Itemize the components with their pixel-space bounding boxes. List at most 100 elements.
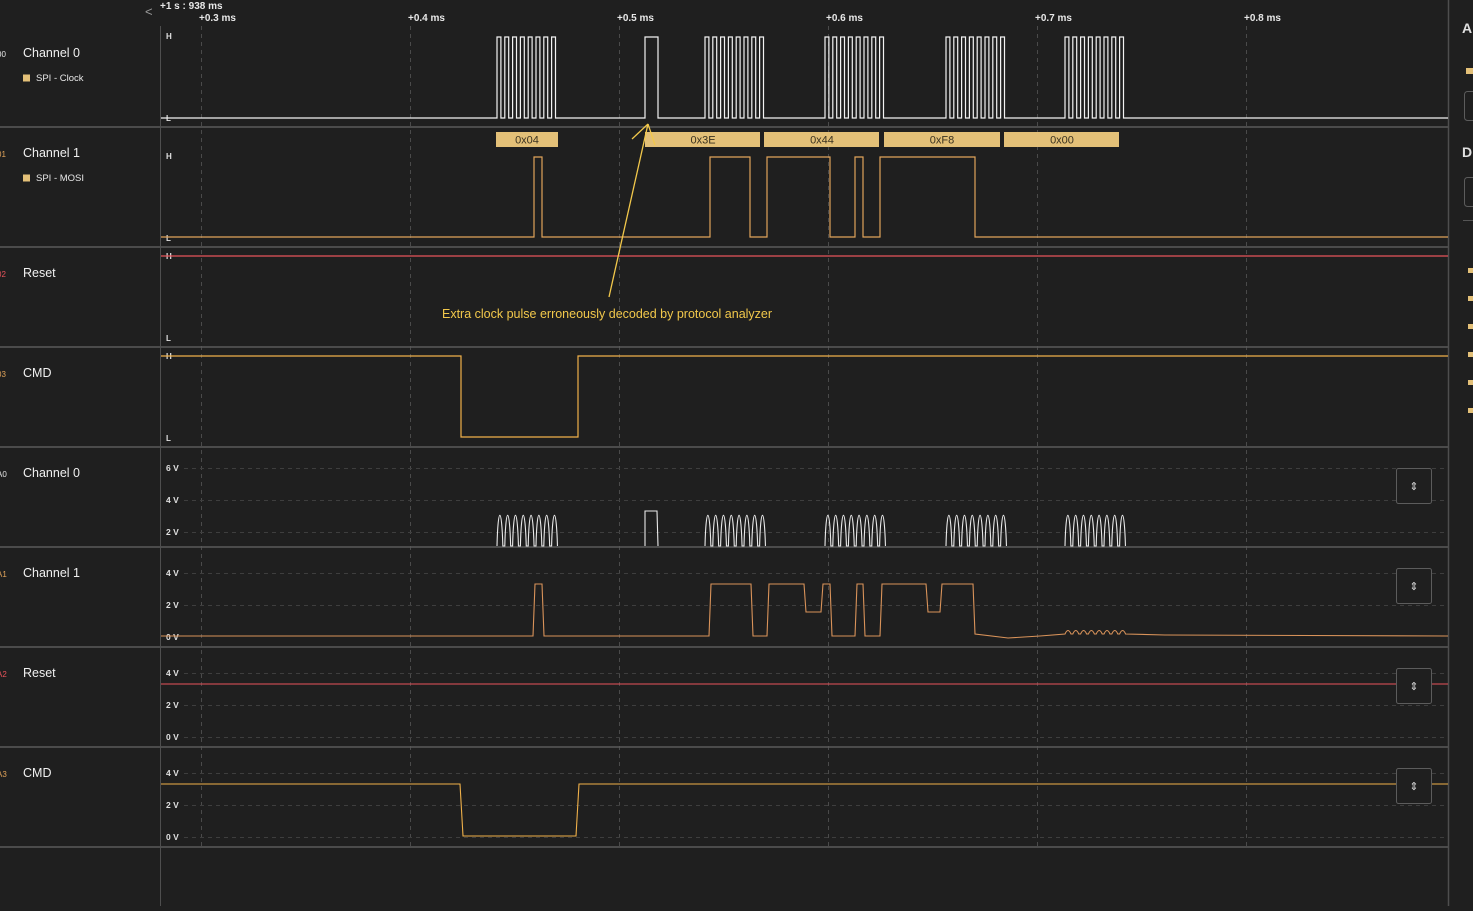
low-level-label: L	[166, 334, 171, 343]
time-tick-label: +0.6 ms	[826, 13, 863, 24]
packet-value: 0x04	[515, 135, 539, 147]
sidebar-list-marker	[1468, 408, 1473, 413]
annotation-arrow-line	[609, 124, 648, 297]
sidebar-heading: A	[1462, 20, 1472, 36]
channel-id: A2	[0, 670, 7, 679]
voltage-tick: 2 V	[166, 600, 179, 610]
high-level-label: H	[166, 32, 172, 41]
channel-row-label[interactable]: 00 Channel 0 SPI - Clock	[0, 46, 84, 84]
analyzer-color-swatch	[23, 175, 30, 182]
logic-analyzer-window: < +1 s : 938 ms +0.3 ms +0.4 ms +0.5 ms …	[0, 0, 1473, 906]
high-level-label: H	[166, 152, 172, 161]
time-tick-label: +0.7 ms	[1035, 13, 1072, 24]
clock-digital-trace	[161, 37, 1448, 118]
voltage-tick: 6 V	[166, 463, 179, 473]
channel-row-label[interactable]: A1 Channel 1	[0, 566, 80, 580]
time-tick-label: +0.5 ms	[617, 13, 654, 24]
digital-waveforms	[161, 37, 1448, 437]
voltage-tick: 2 V	[166, 700, 179, 710]
analyzer-color-swatch	[23, 75, 30, 82]
sidebar-list-marker	[1468, 268, 1473, 273]
cmd-digital-trace	[161, 356, 1448, 437]
waveform-view[interactable]: < +1 s : 938 ms +0.3 ms +0.4 ms +0.5 ms …	[0, 0, 1473, 906]
spi-packet[interactable]: 0xF8	[884, 132, 1000, 147]
channel-row-label[interactable]: 02 Reset	[0, 266, 56, 280]
fit-range-icon: ⇕	[1409, 781, 1418, 793]
channel-title: Reset	[23, 266, 56, 280]
time-tick-label: +0.3 ms	[199, 13, 236, 24]
packet-value: 0x3E	[690, 135, 715, 147]
channel-title: CMD	[23, 366, 51, 380]
channel-row-label[interactable]: 03 CMD	[0, 366, 51, 380]
fit-range-icon: ⇕	[1409, 481, 1418, 493]
voltage-grid	[184, 469, 1448, 838]
time-tick-label: +0.4 ms	[408, 13, 445, 24]
voltage-tick: 4 V	[166, 768, 179, 778]
sidebar-heading: D	[1462, 144, 1472, 160]
fit-range-button[interactable]: ⇕	[1397, 569, 1432, 604]
channel-analyzer-name: SPI - Clock	[36, 73, 84, 84]
time-grid	[202, 26, 1247, 848]
annotation-text: Extra clock pulse erroneously decoded by…	[442, 307, 772, 321]
decoded-packets: 0x04 0x3E 0x44 0xF8 0x00	[496, 132, 1119, 147]
channel-id: 02	[0, 270, 6, 279]
channel-title: Channel 0	[23, 466, 80, 480]
time-tick-label: +0.8 ms	[1244, 13, 1281, 24]
channel-title: CMD	[23, 766, 51, 780]
fit-range-button[interactable]: ⇕	[1397, 669, 1432, 704]
voltage-tick: 0 V	[166, 832, 179, 842]
voltage-tick: 0 V	[166, 732, 179, 742]
channel-title: Channel 1	[23, 566, 80, 580]
channel-row-label[interactable]: 01 Channel 1 SPI - MOSI	[0, 146, 84, 184]
channel-row-label[interactable]: A2 Reset	[0, 666, 56, 680]
spi-packet[interactable]: 0x04	[496, 132, 558, 147]
sidebar-list-marker	[1468, 324, 1473, 329]
channel-id: 01	[0, 150, 6, 159]
channel-id: 00	[0, 50, 6, 59]
channel-analyzer-name: SPI - MOSI	[36, 173, 84, 184]
channel-id: A3	[0, 770, 7, 779]
low-level-label: L	[166, 434, 171, 443]
row-separators	[0, 127, 1448, 847]
voltage-tick: 4 V	[166, 668, 179, 678]
fit-range-button[interactable]: ⇕	[1397, 769, 1432, 804]
spi-packet[interactable]: 0x44	[764, 132, 879, 147]
timeline-header[interactable]: < +1 s : 938 ms +0.3 ms +0.4 ms +0.5 ms …	[145, 1, 1281, 24]
clock-analog-trace	[497, 511, 1125, 546]
packet-value: 0x44	[810, 135, 834, 147]
voltage-tick: 2 V	[166, 800, 179, 810]
sidebar-input[interactable]	[1465, 178, 1473, 207]
channel-row-label[interactable]: A0 Channel 0	[0, 466, 80, 480]
low-level-label: L	[166, 234, 171, 243]
voltage-tick: 2 V	[166, 527, 179, 537]
annotation: Extra clock pulse erroneously decoded by…	[442, 124, 772, 321]
sidebar-swatch	[1466, 68, 1473, 74]
voltage-tick: 4 V	[166, 495, 179, 505]
sidebar-input[interactable]	[1465, 92, 1473, 121]
channel-labels: 00 Channel 0 SPI - Clock 01 Channel 1 SP…	[0, 46, 84, 780]
mosi-analog-trace	[161, 584, 1448, 638]
spi-packet[interactable]: 0x00	[1004, 132, 1119, 147]
channel-id: 03	[0, 370, 6, 379]
sidebar-list-marker	[1468, 352, 1473, 357]
timeline-origin: +1 s : 938 ms	[160, 1, 223, 12]
fit-range-icon: ⇕	[1409, 681, 1418, 693]
channel-row-label[interactable]: A3 CMD	[0, 766, 51, 780]
packet-value: 0xF8	[930, 135, 954, 147]
right-sidebar: A D	[1462, 20, 1473, 413]
channel-title: Channel 1	[23, 146, 80, 160]
voltage-tick: 0 V	[166, 632, 179, 642]
channel-id: A0	[0, 470, 7, 479]
channel-id: A1	[0, 570, 7, 579]
collapse-panel-icon[interactable]: <	[145, 4, 153, 19]
sidebar-list-marker	[1468, 380, 1473, 385]
voltage-tick: 4 V	[166, 568, 179, 578]
spi-packet[interactable]: 0x3E	[645, 132, 760, 147]
fit-range-button[interactable]: ⇕	[1397, 469, 1432, 504]
sidebar-list-marker	[1468, 296, 1473, 301]
fit-range-icon: ⇕	[1409, 581, 1418, 593]
cmd-analog-trace	[161, 784, 1448, 836]
packet-value: 0x00	[1050, 135, 1074, 147]
channel-title: Reset	[23, 666, 56, 680]
voltage-tick-labels: 6 V 4 V 2 V 4 V 2 V 0 V 4 V 2 V 0 V 4 V …	[166, 463, 179, 842]
